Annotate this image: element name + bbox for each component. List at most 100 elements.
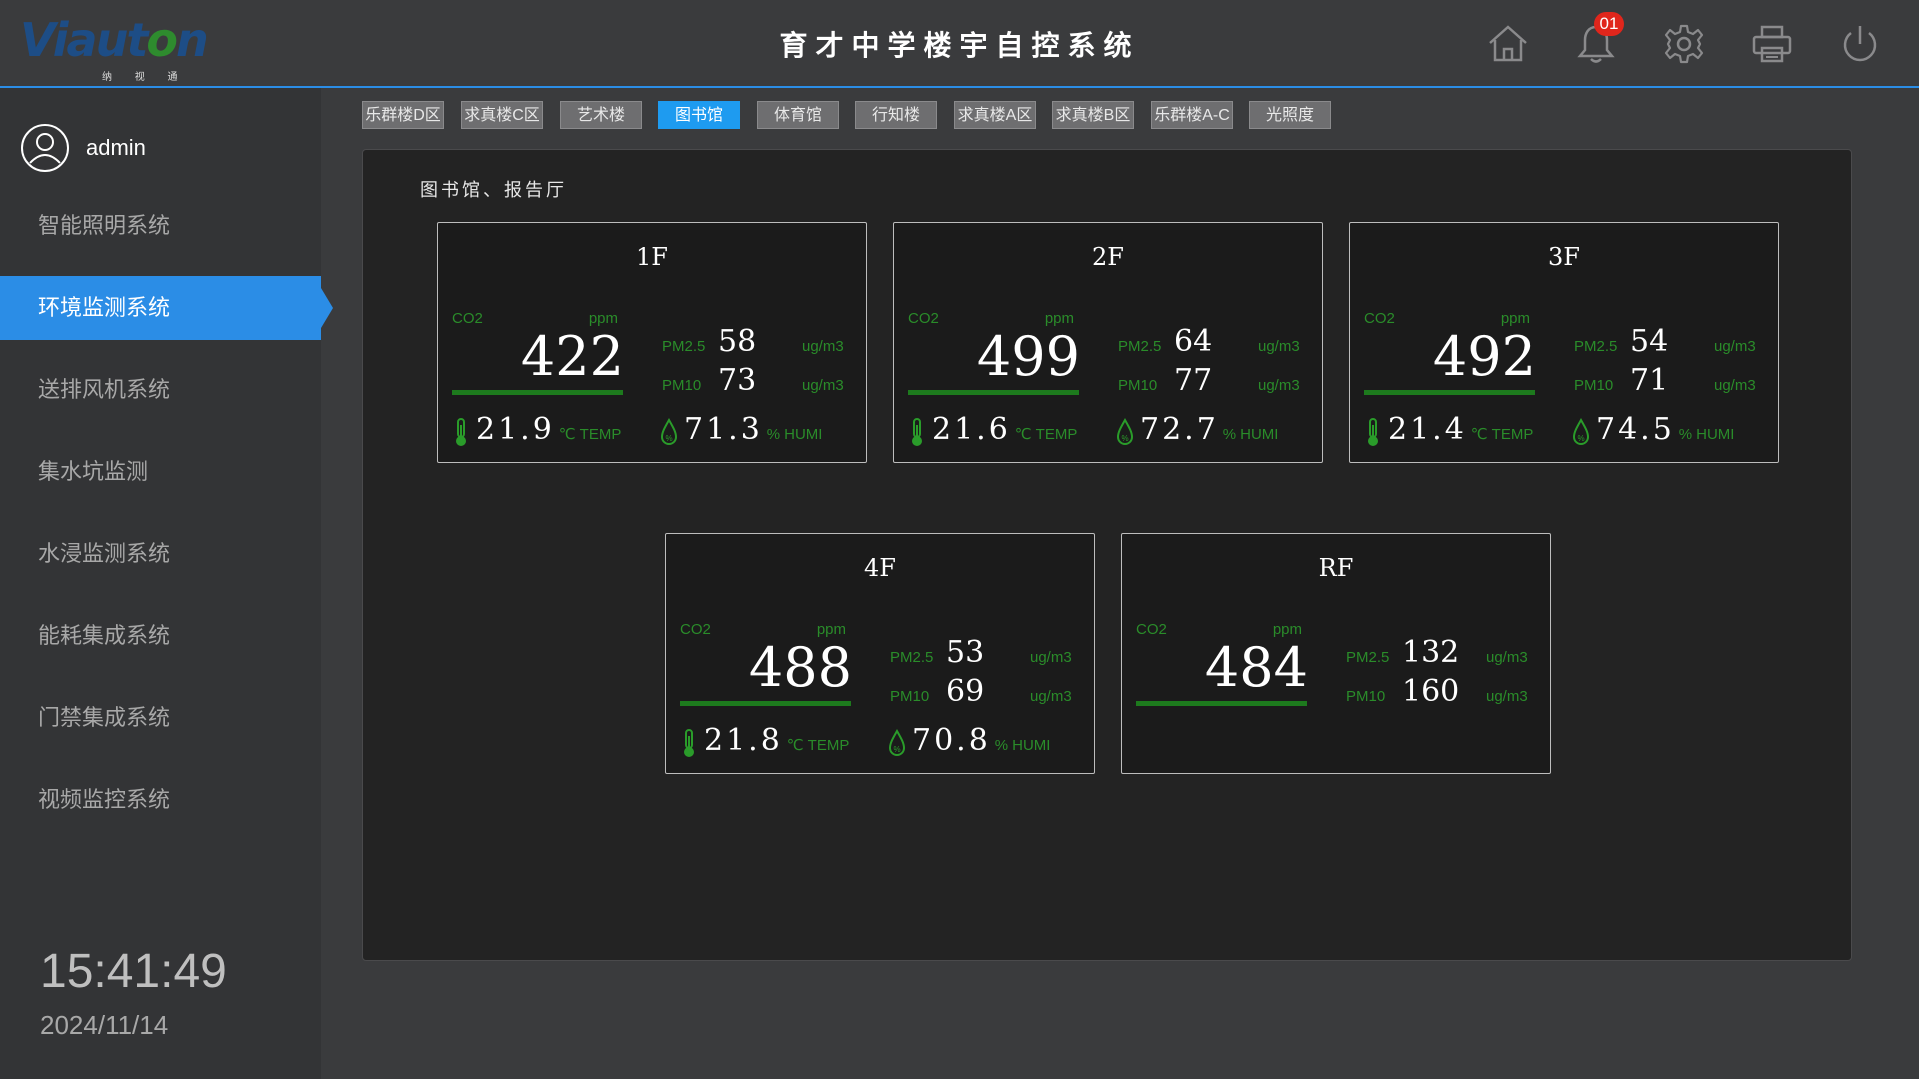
tab-building[interactable]: 乐群楼A-C [1151,101,1233,129]
co2-bar [1136,701,1307,706]
percent-unit: % [1678,426,1693,443]
temperature-reading: 21.4 ℃ TEMP [1364,407,1533,447]
nav-smart-lighting[interactable]: 智能照明系统 [0,194,321,258]
tab-building[interactable]: 求真楼B区 [1052,101,1134,129]
tab-building[interactable]: 体育馆 [757,101,839,129]
gear-icon [1664,24,1704,64]
pm10-label: PM10 [1346,688,1386,705]
temp-label: TEMP [579,426,622,443]
pm10-value: 69 [946,674,985,709]
humidity-reading: % 74.5 % HUMI [1572,407,1734,447]
celsius-unit: ℃ [558,426,576,443]
nav-access-control[interactable]: 门禁集成系统 [0,686,321,750]
celsius-unit: ℃ [1014,426,1032,443]
thermometer-icon [1368,418,1378,446]
pm10-value: 73 [718,363,757,398]
pm10-unit: ug/m3 [1258,377,1300,394]
floor-name: 3F [1548,243,1580,271]
pm10-label: PM10 [890,688,930,705]
tab-building[interactable]: 艺术楼 [560,101,642,129]
home-icon [1489,25,1527,62]
co2-bar [452,390,623,395]
co2-label: CO2 [908,310,939,327]
pm10-unit: ug/m3 [1030,688,1072,705]
svg-text:%: % [1577,434,1584,443]
thermometer-icon [912,418,922,446]
temp-label: TEMP [807,737,850,754]
pm25-value: 132 [1402,635,1460,670]
app-title: 育才中学楼宇自控系统 [779,29,1140,62]
print-button[interactable] [1750,22,1794,66]
temperature-value: 21.4 [1388,412,1467,447]
clock-time: 15:41:49 [40,945,227,998]
floor-card: 1F CO2 ppm 422 PM2.5 58 ug/m3 PM10 73 ug… [437,222,867,463]
pm10-label: PM10 [1118,377,1158,394]
home-button[interactable] [1486,22,1530,66]
pm10-unit: ug/m3 [1486,688,1528,705]
nav-sump-monitoring[interactable]: 集水坑监测 [0,440,321,504]
tab-building[interactable]: 乐群楼D区 [362,101,444,129]
top-header: Viauton 纳 视 通 育才中学楼宇自控系统 01 [0,0,1919,88]
humidity-drop-icon: % [1572,417,1590,445]
thermometer-icon [456,418,466,446]
pm10-label: PM10 [1574,377,1614,394]
tab-illuminance[interactable]: 光照度 [1249,101,1331,129]
humidity-reading: % 70.8 % HUMI [888,718,1050,758]
humidity-value: 70.8 [912,723,991,758]
humidity-value: 74.5 [1596,412,1675,447]
floor-name: RF [1318,554,1354,582]
pm25-unit: ug/m3 [1258,338,1300,355]
tab-library[interactable]: 图书馆 [658,101,740,129]
temperature-value: 21.9 [476,412,555,447]
co2-bar [680,701,851,706]
pm10-value: 71 [1630,363,1669,398]
temperature-value: 21.8 [704,723,783,758]
nav-environment-monitoring[interactable]: 环境监测系统 [0,276,333,340]
thermometer-icon [684,729,694,757]
pm25-value: 54 [1630,324,1669,359]
co2-label: CO2 [1136,621,1167,638]
user-profile[interactable]: admin [20,122,146,174]
pm10-value: 160 [1402,674,1460,709]
co2-bar [1364,390,1535,395]
nav-ventilation[interactable]: 送排风机系统 [0,358,321,422]
co2-value: 484 [1204,636,1308,699]
panel-title: 图书馆、报告厅 [420,180,567,201]
pm25-unit: ug/m3 [1486,649,1528,666]
nav-video-surveillance[interactable]: 视频监控系统 [0,768,321,832]
pm25-label: PM2.5 [1346,649,1390,666]
co2-value: 488 [748,636,852,699]
pm25-label: PM2.5 [890,649,934,666]
humi-label: HUMI [1696,426,1735,443]
tab-building[interactable]: 求真楼A区 [954,101,1036,129]
co2-bar [908,390,1079,395]
co2-value: 422 [520,325,624,388]
pm25-unit: ug/m3 [802,338,844,355]
sidebar: admin 智能照明系统 环境监测系统 送排风机系统 集水坑监测 水浸监测系统 … [0,88,333,1079]
nav-water-leak[interactable]: 水浸监测系统 [0,522,321,586]
pm10-label: PM10 [662,377,702,394]
monitoring-panel: 图书馆、报告厅 1F CO2 ppm 422 PM2.5 58 ug/m3 PM… [362,149,1852,961]
tab-building[interactable]: 求真楼C区 [461,101,543,129]
pm10-unit: ug/m3 [802,377,844,394]
co2-value: 492 [1432,325,1536,388]
humidity-drop-icon: % [888,728,906,756]
clock-date: 2024/11/14 [40,1010,169,1040]
celsius-unit: ℃ [1470,426,1488,443]
settings-button[interactable] [1662,22,1706,66]
pm25-label: PM2.5 [1118,338,1162,355]
tab-building[interactable]: 行知楼 [855,101,937,129]
percent-unit: % [994,737,1009,754]
celsius-unit: ℃ [786,737,804,754]
nav-energy[interactable]: 能耗集成系统 [0,604,321,668]
co2-value: 499 [976,325,1080,388]
co2-label: CO2 [1364,310,1395,327]
temp-label: TEMP [1491,426,1534,443]
notifications-button[interactable]: 01 [1574,12,1624,66]
pm25-unit: ug/m3 [1714,338,1756,355]
power-button[interactable] [1838,22,1882,66]
humidity-reading: % 71.3 % HUMI [660,407,822,447]
power-icon [1843,26,1877,62]
pm10-value: 77 [1174,363,1213,398]
user-name: admin [86,135,146,160]
